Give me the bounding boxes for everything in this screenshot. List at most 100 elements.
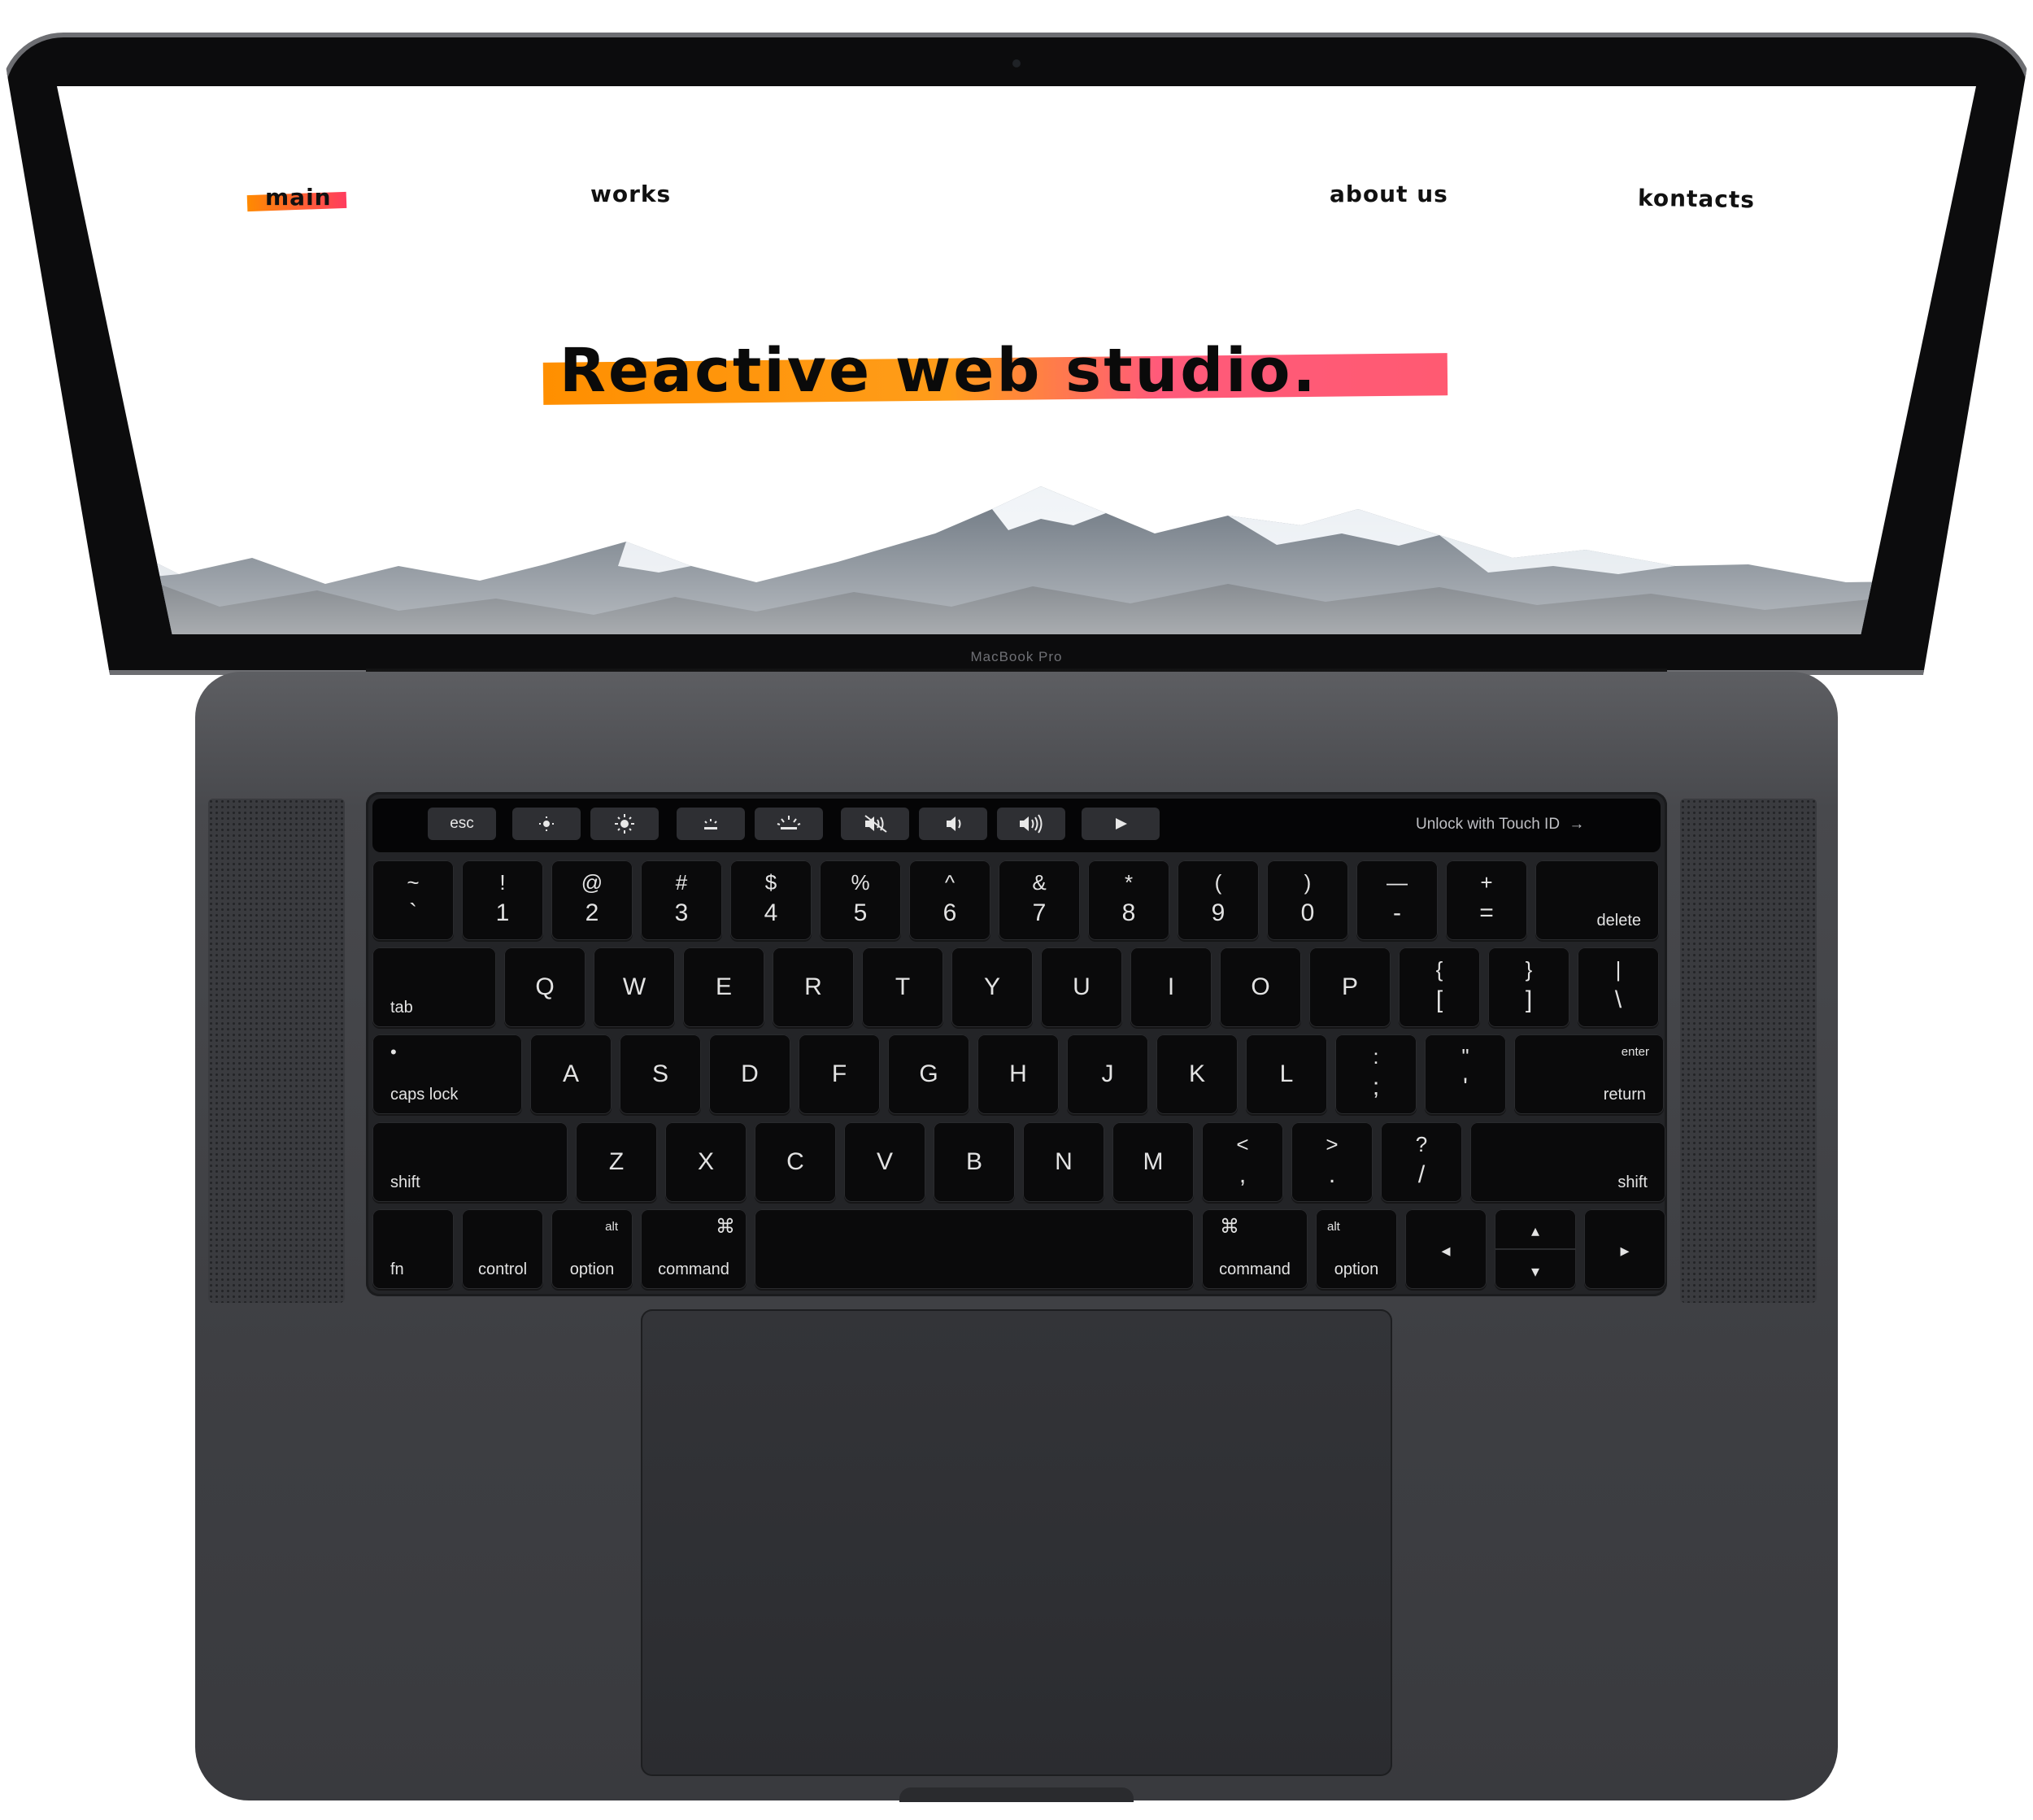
key-symbol[interactable]: @2 xyxy=(551,860,633,940)
key-bottom-glyph: ` xyxy=(409,899,417,926)
key-top-glyph: $ xyxy=(764,870,777,895)
key-shift[interactable]: shift xyxy=(1470,1122,1665,1202)
nav-main-link[interactable]: main xyxy=(265,181,332,214)
key-symbol[interactable]: (9 xyxy=(1178,860,1259,940)
key-symbol[interactable]: #3 xyxy=(641,860,722,940)
key-secondary-label: alt xyxy=(1327,1220,1340,1234)
key-option[interactable]: option alt xyxy=(551,1209,633,1289)
key-p[interactable]: P xyxy=(1309,947,1391,1027)
key-b[interactable]: B xyxy=(934,1122,1015,1202)
volume-down-icon[interactable] xyxy=(919,808,987,840)
touch-bar[interactable]: esc Unlock with Touch ID → xyxy=(372,799,1661,852)
key-z[interactable]: Z xyxy=(576,1122,657,1202)
key-bottom-glyph: / xyxy=(1417,1161,1426,1188)
key-k[interactable]: K xyxy=(1156,1034,1238,1114)
keyboard-light-down-icon[interactable] xyxy=(677,808,745,840)
volume-up-icon[interactable] xyxy=(997,808,1065,840)
nav-about-link[interactable]: about us xyxy=(1330,178,1448,211)
key-m[interactable]: M xyxy=(1112,1122,1194,1202)
key-symbol[interactable]: ^ 6 xyxy=(909,860,990,940)
key-c[interactable]: C xyxy=(755,1122,836,1202)
key-label: return xyxy=(1603,1086,1646,1104)
key-symbol[interactable]: ? / xyxy=(1381,1122,1462,1202)
key-u[interactable]: U xyxy=(1041,947,1122,1027)
key-n[interactable]: N xyxy=(1023,1122,1104,1202)
key-symbol[interactable]: }] xyxy=(1488,947,1569,1027)
key-symbol[interactable]: * 8 xyxy=(1088,860,1169,940)
key-arrow[interactable]: ◂ xyxy=(1405,1209,1487,1289)
brightness-up-icon[interactable] xyxy=(590,808,659,840)
key-bottom-glyph: , xyxy=(1239,1161,1247,1188)
key-return[interactable]: return enter xyxy=(1514,1034,1664,1114)
key-q[interactable]: Q xyxy=(504,947,586,1027)
key-tab[interactable]: tab xyxy=(372,947,496,1027)
play-icon[interactable] xyxy=(1082,808,1160,840)
key-symbol[interactable]: % 5 xyxy=(820,860,901,940)
arrow-icon: ▸ xyxy=(1620,1240,1630,1261)
key-f[interactable]: F xyxy=(799,1034,880,1114)
key-char: M xyxy=(1143,1148,1164,1175)
esc-key[interactable]: esc xyxy=(428,808,496,840)
key-secondary-label: alt xyxy=(605,1220,618,1234)
mute-icon[interactable] xyxy=(841,808,909,840)
key-t[interactable]: T xyxy=(862,947,943,1027)
key-symbol[interactable]: ) 0 xyxy=(1267,860,1348,940)
key-top-glyph: & xyxy=(1032,870,1047,895)
key-r[interactable]: R xyxy=(773,947,854,1027)
key-symbol[interactable]: :; xyxy=(1335,1034,1417,1114)
key-x[interactable]: X xyxy=(665,1122,747,1202)
key-arrow[interactable]: ▸ xyxy=(1584,1209,1665,1289)
touch-id-prompt[interactable]: Unlock with Touch ID → xyxy=(1416,807,1584,843)
key-top-glyph: ) xyxy=(1304,870,1312,895)
key-option[interactable]: option alt xyxy=(1316,1209,1397,1289)
key-i[interactable]: I xyxy=(1130,947,1212,1027)
key-symbol[interactable]: $4 xyxy=(730,860,812,940)
key-top-glyph: ? xyxy=(1415,1132,1428,1156)
key-secondary-label: ⌘ xyxy=(716,1216,735,1238)
key-h[interactable]: H xyxy=(977,1034,1059,1114)
nav-works-link[interactable]: works xyxy=(590,178,671,211)
key-o[interactable]: O xyxy=(1220,947,1301,1027)
key-top-glyph: { xyxy=(1435,957,1443,982)
key-fn[interactable]: fn xyxy=(372,1209,454,1289)
key-a[interactable]: A xyxy=(530,1034,612,1114)
key-symbol[interactable]: ! 1 xyxy=(462,860,543,940)
key-j[interactable]: J xyxy=(1067,1034,1148,1114)
key-symbol[interactable]: + = xyxy=(1446,860,1527,940)
key-y[interactable]: Y xyxy=(951,947,1033,1027)
key-char: C xyxy=(786,1148,804,1175)
key-command[interactable]: command ⌘ xyxy=(641,1209,747,1289)
key-w[interactable]: W xyxy=(594,947,675,1027)
key-shift[interactable]: shift xyxy=(372,1122,568,1202)
keyboard-light-up-icon[interactable] xyxy=(755,808,823,840)
key-d[interactable]: D xyxy=(709,1034,790,1114)
key-symbol[interactable]: {[ xyxy=(1399,947,1480,1027)
key-delete[interactable]: delete xyxy=(1535,860,1659,940)
key-symbol[interactable]: " ' xyxy=(1425,1034,1506,1114)
key-symbol[interactable]: ~ ` xyxy=(372,860,454,940)
key-symbol[interactable]: | \ xyxy=(1578,947,1659,1027)
key-bottom-glyph: 2 xyxy=(585,899,599,926)
key-v[interactable]: V xyxy=(844,1122,925,1202)
key-char: K xyxy=(1188,1060,1205,1087)
key-symbol[interactable]: — - xyxy=(1356,860,1438,940)
arrow-icon: ◂ xyxy=(1441,1240,1451,1261)
brightness-down-icon[interactable] xyxy=(512,808,581,840)
key-arrow[interactable]: ▴ ▾ xyxy=(1495,1209,1576,1289)
hero-title: Reactive web studio. xyxy=(559,336,1318,406)
key-symbol[interactable]: & 7 xyxy=(999,860,1080,940)
key-space[interactable] xyxy=(755,1209,1194,1289)
nav-kontacts-link[interactable]: kontacts xyxy=(1638,182,1756,217)
trackpad[interactable] xyxy=(641,1309,1392,1776)
key-command[interactable]: command ⌘ xyxy=(1202,1209,1308,1289)
key-char: Y xyxy=(983,973,1000,1000)
key-control[interactable]: control xyxy=(462,1209,543,1289)
key-s[interactable]: S xyxy=(620,1034,701,1114)
key-top-glyph: " xyxy=(1461,1044,1469,1069)
key-symbol[interactable]: >. xyxy=(1291,1122,1373,1202)
key-g[interactable]: G xyxy=(888,1034,969,1114)
key-l[interactable]: L xyxy=(1246,1034,1327,1114)
key-symbol[interactable]: <, xyxy=(1202,1122,1283,1202)
key-e[interactable]: E xyxy=(683,947,764,1027)
key-caps-lock[interactable]: caps lock • xyxy=(372,1034,522,1114)
